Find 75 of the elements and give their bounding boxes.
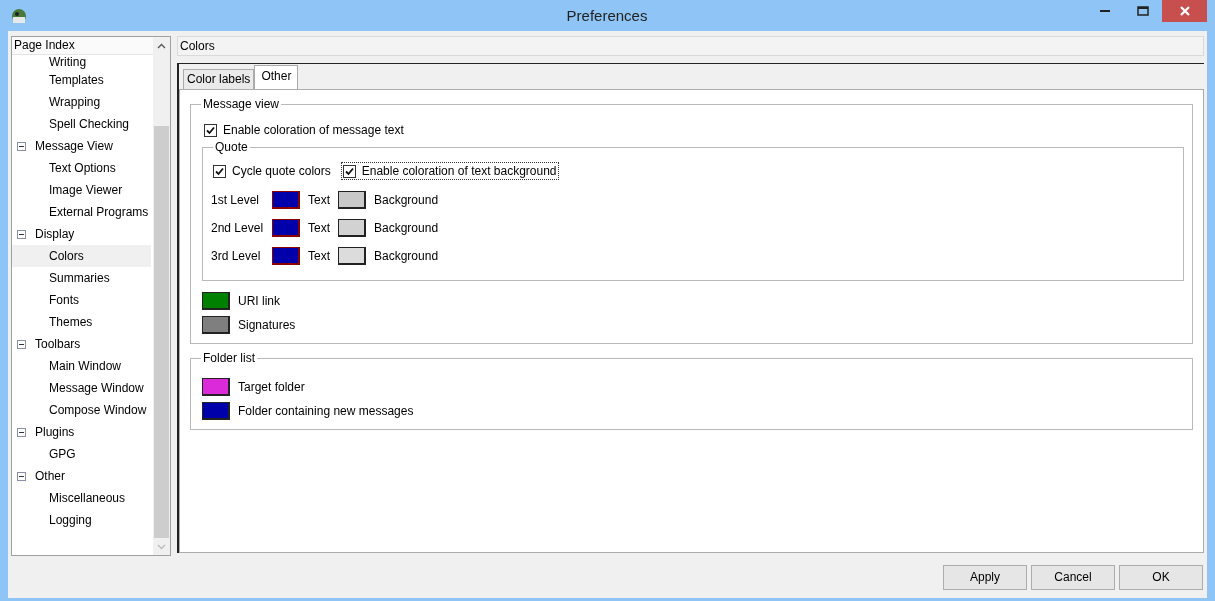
checkbox[interactable]: Enable coloration of message text bbox=[202, 121, 406, 139]
color-swatch-button[interactable] bbox=[202, 316, 230, 334]
dialog-button[interactable]: Cancel bbox=[1031, 564, 1115, 590]
tree-item[interactable]: Other bbox=[12, 465, 151, 487]
app-icon bbox=[10, 6, 28, 25]
checked-box-icon bbox=[204, 123, 217, 137]
scrollbar-thumb[interactable] bbox=[154, 126, 169, 538]
swatch-label: Signatures bbox=[238, 318, 296, 332]
swatch-label: Text bbox=[308, 221, 330, 235]
swatch-label: Text bbox=[308, 249, 330, 263]
collapse-icon bbox=[17, 229, 26, 239]
close-icon bbox=[1178, 5, 1191, 17]
checkbox[interactable]: Cycle quote colors bbox=[211, 162, 333, 180]
column-header: Page Index bbox=[12, 37, 153, 55]
tree-item[interactable]: Image Viewer bbox=[12, 179, 151, 201]
tree-item[interactable]: External Programs bbox=[12, 201, 151, 223]
tree-item[interactable]: Spell Checking bbox=[12, 113, 151, 135]
tree-item[interactable]: Text Options bbox=[12, 157, 151, 179]
tree-item[interactable]: Message Window bbox=[12, 377, 151, 399]
tab[interactable]: Color labels bbox=[183, 69, 255, 89]
color-swatch-button[interactable] bbox=[202, 292, 230, 310]
checked-box-icon bbox=[213, 164, 226, 178]
tree-item[interactable]: Main Window bbox=[12, 355, 151, 377]
tree-item[interactable]: Miscellaneous bbox=[12, 487, 151, 509]
group-title: Quote bbox=[213, 139, 250, 155]
level-label: 1st Level bbox=[211, 193, 261, 207]
level-label: 3rd Level bbox=[211, 249, 262, 263]
color-swatch-button[interactable] bbox=[202, 378, 230, 396]
tree-item[interactable]: Display bbox=[12, 223, 151, 245]
tree-item[interactable]: Message View bbox=[12, 135, 151, 157]
collapse-icon bbox=[17, 141, 26, 151]
tree-item[interactable]: Wrapping bbox=[12, 91, 151, 113]
swatch-label: URI link bbox=[238, 294, 280, 308]
tree-item[interactable]: Plugins bbox=[12, 421, 151, 443]
color-swatch-button[interactable] bbox=[272, 219, 300, 237]
swatch-label: Text bbox=[308, 193, 330, 207]
tree-item[interactable]: Writing bbox=[12, 55, 151, 69]
minimize-icon bbox=[1100, 10, 1110, 12]
tree-item[interactable]: Themes bbox=[12, 311, 151, 333]
color-swatch-button[interactable] bbox=[338, 219, 366, 237]
collapse-icon bbox=[17, 427, 26, 437]
tree-item[interactable]: Fonts bbox=[12, 289, 151, 311]
dialog-button[interactable]: OK bbox=[1119, 564, 1203, 590]
swatch-label: Folder containing new messages bbox=[238, 404, 414, 418]
tree-item[interactable]: Compose Window bbox=[12, 399, 151, 421]
tab[interactable]: Other bbox=[254, 65, 299, 89]
swatch-label: Background bbox=[374, 249, 439, 263]
scrollbar[interactable] bbox=[153, 37, 170, 555]
window-title: Preferences bbox=[565, 7, 649, 24]
scroll-down-icon bbox=[157, 543, 166, 550]
maximize-icon bbox=[1137, 5, 1149, 17]
swatch-label: Background bbox=[374, 193, 439, 207]
swatch-label: Target folder bbox=[238, 380, 305, 394]
color-swatch-button[interactable] bbox=[272, 247, 300, 265]
tree-item[interactable]: Colors bbox=[12, 245, 151, 267]
tree-item[interactable]: Templates bbox=[12, 69, 151, 91]
swatch-label: Background bbox=[374, 221, 439, 235]
color-swatch-button[interactable] bbox=[338, 247, 366, 265]
color-swatch-button[interactable] bbox=[202, 402, 230, 420]
close-button[interactable] bbox=[1162, 0, 1207, 22]
tree-item[interactable]: Toolbars bbox=[12, 333, 151, 355]
tree-item[interactable]: Summaries bbox=[12, 267, 151, 289]
group-title: Message view bbox=[201, 96, 282, 112]
checked-box-icon bbox=[342, 164, 356, 178]
checkbox[interactable]: Enable coloration of text background bbox=[340, 162, 559, 180]
scroll-up-icon bbox=[157, 42, 166, 49]
color-swatch-button[interactable] bbox=[338, 191, 366, 209]
level-label: 2nd Level bbox=[211, 221, 265, 235]
collapse-icon bbox=[17, 471, 26, 481]
color-swatch-button[interactable] bbox=[272, 191, 300, 209]
tree-item[interactable]: GPG bbox=[12, 443, 151, 465]
collapse-icon bbox=[17, 339, 26, 349]
page-title: Colors bbox=[177, 36, 1204, 56]
dialog-button[interactable]: Apply bbox=[943, 564, 1027, 590]
tree-item[interactable]: Logging bbox=[12, 509, 151, 531]
